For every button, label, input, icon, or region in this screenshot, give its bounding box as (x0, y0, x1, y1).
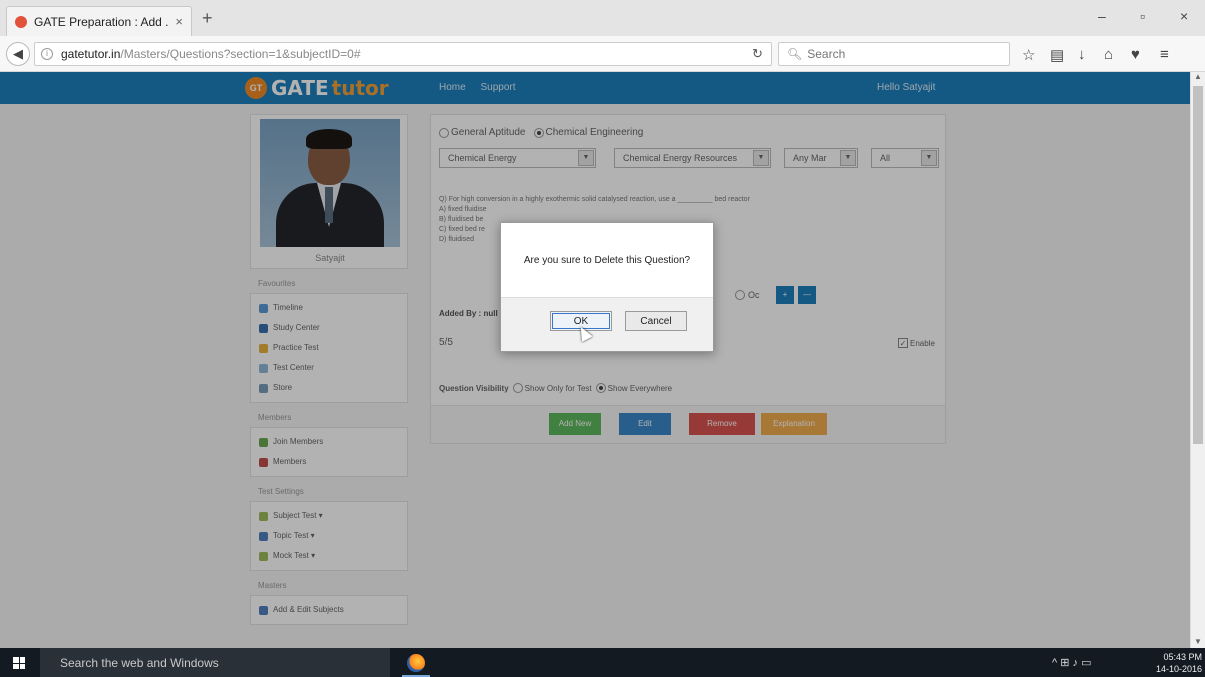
new-tab-icon[interactable]: + (202, 8, 213, 29)
hamburger-menu-icon[interactable]: ≡ (1160, 46, 1169, 63)
windows-start-icon[interactable] (13, 657, 25, 669)
bookmark-star-icon[interactable]: ☆ (1022, 46, 1035, 64)
dialog-message: Are you sure to Delete this Question? (523, 254, 691, 266)
address-bar[interactable]: i gatetutor.in/Masters/Questions?section… (34, 42, 772, 66)
network-icon[interactable]: ⊞ (1060, 657, 1069, 669)
site-info-icon[interactable]: i (41, 48, 53, 60)
taskbar-clock[interactable]: 05:43 PM 14-10-2016 (1156, 651, 1202, 675)
url-path: /Masters/Questions?section=1&subjectID=0… (120, 47, 361, 61)
url-host: gatetutor.in (61, 47, 121, 61)
minimize-icon[interactable]: – (1098, 8, 1106, 24)
notification-icon[interactable]: ▭ (1081, 657, 1091, 669)
dialog-footer: OK Cancel (501, 297, 713, 351)
tab-close-icon[interactable]: × (175, 14, 183, 29)
tab-title: GATE Preparation : Add ... (34, 14, 170, 29)
browser-nav-bar: ◀ i gatetutor.in/Masters/Questions?secti… (0, 36, 1205, 72)
home-icon[interactable]: ⌂ (1104, 46, 1113, 63)
back-button[interactable]: ◀ (6, 42, 30, 66)
browser-search-box[interactable]: 🔍︎ (778, 42, 1010, 66)
browser-search-input[interactable] (807, 47, 988, 61)
volume-icon[interactable]: ♪ (1073, 657, 1079, 669)
clock-time: 05:43 PM (1163, 652, 1203, 662)
taskbar: Search the web and Windows ^ ⊞ ♪ ▭ 05:43… (0, 648, 1205, 677)
page-scrollbar[interactable]: ▲ ▼ (1190, 72, 1205, 648)
scroll-down-icon[interactable]: ▼ (1194, 637, 1202, 646)
cancel-button[interactable]: Cancel (625, 311, 687, 331)
firefox-taskbar-icon[interactable] (402, 651, 430, 677)
browser-tab-bar: GATE Preparation : Add ... × + – ▫ × (0, 0, 1205, 36)
scrollbar-thumb[interactable] (1193, 86, 1203, 444)
clock-date: 14-10-2016 (1156, 664, 1203, 674)
confirm-delete-dialog: Are you sure to Delete this Question? OK… (500, 222, 714, 352)
tray-up-arrow-icon[interactable]: ^ (1052, 657, 1057, 669)
pocket-icon[interactable]: ♥ (1131, 46, 1140, 63)
scroll-up-icon[interactable]: ▲ (1194, 72, 1202, 81)
site-favicon-icon (15, 15, 27, 28)
reload-icon[interactable]: ↻ (752, 46, 763, 62)
close-window-icon[interactable]: × (1180, 8, 1188, 24)
browser-tab[interactable]: GATE Preparation : Add ... × (6, 6, 192, 36)
search-icon: 🔍︎ (787, 47, 803, 61)
system-tray[interactable]: ^ ⊞ ♪ ▭ (1052, 656, 1091, 669)
maximize-icon[interactable]: ▫ (1140, 8, 1145, 24)
taskbar-search[interactable]: Search the web and Windows (40, 648, 390, 677)
modal-overlay (0, 72, 1190, 648)
reading-list-icon[interactable]: ▤ (1050, 46, 1064, 64)
download-icon[interactable]: ↓ (1078, 46, 1086, 63)
